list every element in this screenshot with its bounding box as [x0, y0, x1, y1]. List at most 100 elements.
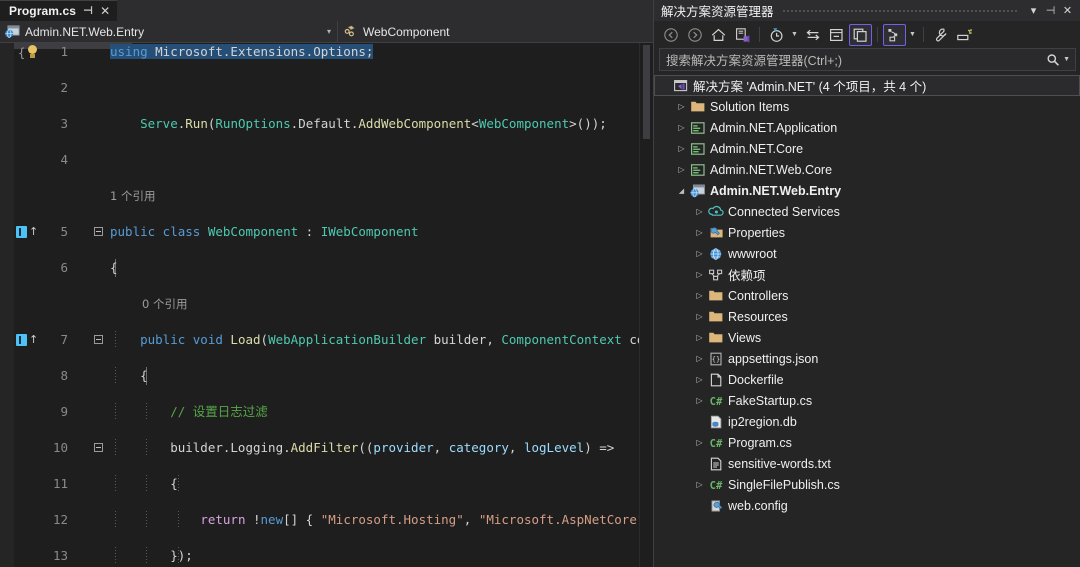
chevron-right-icon[interactable]: ▷ [693, 369, 706, 390]
chevron-down-icon[interactable]: ▾ [327, 27, 333, 36]
window-close-button[interactable]: ✕ [1059, 2, 1076, 19]
csharp-project-icon [688, 138, 708, 159]
changed-line-marker[interactable] [16, 226, 27, 238]
chevron-right-icon[interactable]: ▷ [693, 474, 706, 495]
tree-item-admin-net-web-entry[interactable]: ◢ Admin.NET.Web.Entry [654, 180, 1080, 201]
chevron-right-icon[interactable]: ▷ [693, 306, 706, 327]
tree-item-singlefilepublish-cs[interactable]: ▷ C# SingleFilePublish.cs [654, 474, 1080, 495]
tree-item-appsettings-json[interactable]: ▷ {} appsettings.json [654, 348, 1080, 369]
history-dropdown-arrow[interactable]: ▼ [789, 24, 800, 46]
vs-pending-changes-icon[interactable] [731, 24, 754, 46]
window-dropdown-button[interactable]: ▾ [1025, 2, 1042, 19]
navbar-member-dropdown[interactable]: WebComponent [338, 21, 653, 42]
code-line[interactable]: 3 Serve.Run(RunOptions.Default.AddWebCom… [0, 115, 640, 133]
class-diagram-icon[interactable] [883, 23, 906, 46]
chevron-right-icon[interactable]: ▷ [693, 243, 706, 264]
chevron-right-icon[interactable]: ▷ [693, 348, 706, 369]
tree-item-program-cs[interactable]: ▷ C# Program.cs [654, 432, 1080, 453]
codelens-row[interactable]: 1 个引用 [0, 187, 640, 205]
codelens-reference-count[interactable]: 1 个引用 [110, 187, 155, 205]
tree-item-views[interactable]: ▷ Views [654, 327, 1080, 348]
vertical-scrollbar[interactable] [639, 43, 653, 567]
code-line[interactable]: 9 // 设置日志过滤 [0, 403, 640, 421]
search-solution-explorer-input[interactable]: 搜索解决方案资源管理器(Ctrl+;) ▼ [659, 48, 1076, 71]
code-text: public class WebComponent : IWebComponen… [110, 224, 419, 239]
changed-line-marker[interactable] [16, 334, 27, 346]
vertical-scrollbar-thumb[interactable] [643, 45, 650, 139]
wrench-icon[interactable] [929, 24, 952, 46]
sync-arrows-icon[interactable] [801, 24, 824, 46]
chevron-right-icon[interactable]: ▷ [675, 159, 688, 180]
code-line[interactable]: 12 return !new[] { "Microsoft.Hosting", … [0, 511, 653, 529]
tree-item-dockerfile[interactable]: ▷ Dockerfile [654, 369, 1080, 390]
code-line[interactable]: 6{ [0, 259, 640, 277]
chevron-right-icon[interactable]: ▷ [693, 432, 706, 453]
code-line[interactable]: ↑ 5 public class WebComponent : IWebCompon… [0, 223, 640, 241]
chevron-right-icon[interactable]: ▷ [675, 117, 688, 138]
class-diagram-dropdown-arrow[interactable]: ▼ [907, 24, 918, 46]
close-icon[interactable]: ✕ [100, 5, 110, 17]
tab-program-cs[interactable]: Program.cs ⊣ ✕ [0, 0, 118, 21]
code-line[interactable]: 8 { [0, 367, 640, 385]
tree-item-ip2region-db[interactable]: ip2region.db [654, 411, 1080, 432]
line-number: 13 [52, 548, 68, 563]
clock-history-icon[interactable] [765, 24, 788, 46]
tree-item-label: web.config [728, 498, 788, 513]
code-line[interactable]: 13 }); [0, 547, 640, 565]
code-line[interactable]: ↑ 7 public void Load(WebApplicationBuilde… [0, 331, 653, 349]
collapse-all-icon[interactable] [825, 24, 848, 46]
tree-item-web-config[interactable]: web.config [654, 495, 1080, 516]
solution-tree[interactable]: 解决方案 'Admin.NET' (4 个项目，共 4 个) ▷ Solution … [654, 71, 1080, 567]
home-button[interactable] [707, 24, 730, 46]
tree-item-fakestartup-cs[interactable]: ▷ C# FakeStartup.cs [654, 390, 1080, 411]
code-line[interactable]: {1 using Microsoft.Extensions.Options; [0, 43, 640, 61]
back-button[interactable] [659, 24, 682, 46]
code-editor-surface[interactable]: {1 using Microsoft.Extensions.Options; 2 3 … [0, 43, 653, 567]
tree-item-controllers[interactable]: ▷ Controllers [654, 285, 1080, 306]
chevron-right-icon[interactable]: ▷ [693, 327, 706, 348]
pin-icon[interactable]: ⊣ [83, 5, 93, 17]
show-all-files-icon[interactable] [849, 23, 872, 46]
tab-strip-empty [117, 0, 653, 21]
code-line[interactable]: 11 { [0, 475, 640, 493]
tree-item-admin-net-web-core[interactable]: ▷ Admin.NET.Web.Core [654, 159, 1080, 180]
chevron-right-icon[interactable]: ▷ [675, 138, 688, 159]
fold-toggle[interactable] [94, 443, 103, 452]
chevron-right-icon[interactable]: ▷ [693, 201, 706, 222]
navbar-project-dropdown[interactable]: Admin.NET.Web.Entry ▾ [0, 21, 338, 42]
code-line[interactable]: 4 [0, 151, 640, 169]
tree-item-connected-services[interactable]: ▷ Connected Services [654, 201, 1080, 222]
tree-item-properties[interactable]: ▷ Properties [654, 222, 1080, 243]
search-icon[interactable] [1046, 53, 1063, 67]
tree-item-admin-net-application[interactable]: ▷ Admin.NET.Application [654, 117, 1080, 138]
fold-toggle[interactable] [94, 227, 103, 236]
codelens-row[interactable]: 0 个引用 [0, 295, 640, 313]
tree-item-solution-items[interactable]: ▷ Solution Items [654, 96, 1080, 117]
chevron-right-icon[interactable]: ▷ [693, 264, 706, 285]
preview-icon[interactable] [953, 24, 976, 46]
code-line[interactable]: 10 builder.Logging.AddFilter((provider, … [0, 439, 640, 457]
search-dropdown-arrow[interactable]: ▼ [1063, 56, 1075, 63]
chevron-right-icon[interactable]: ▷ [693, 390, 706, 411]
codelens-reference-count[interactable]: 0 个引用 [110, 295, 187, 313]
tree-item-label: Admin.NET.Application [710, 120, 838, 135]
tree-item-sensitive-words-txt[interactable]: sensitive-words.txt [654, 453, 1080, 474]
code-line[interactable]: 2 [0, 79, 640, 97]
tree-item-admin-net-4-4[interactable]: 解决方案 'Admin.NET' (4 个项目，共 4 个) [654, 75, 1080, 96]
lightbulb-icon[interactable] [26, 45, 39, 59]
tree-item-label: Views [728, 330, 762, 345]
chevron-right-icon[interactable]: ▷ [693, 222, 706, 243]
chevron-right-icon[interactable]: ▷ [675, 96, 688, 117]
chevron-down-icon[interactable]: ◢ [675, 180, 688, 201]
tree-item-wwwroot[interactable]: ▷ wwwroot [654, 243, 1080, 264]
window-pin-button[interactable]: ⊣ [1042, 2, 1059, 19]
chevron-right-icon[interactable]: ▷ [693, 285, 706, 306]
tree-item-[interactable]: ▷ 依赖项 [654, 264, 1080, 285]
fold-toggle[interactable] [94, 335, 103, 344]
forward-button[interactable] [683, 24, 706, 46]
connected-services-icon [706, 201, 726, 222]
tree-item-resources[interactable]: ▷ Resources [654, 306, 1080, 327]
line-number: 12 [52, 512, 68, 527]
tree-item-admin-net-core[interactable]: ▷ Admin.NET.Core [654, 138, 1080, 159]
csharp-project-icon [688, 117, 708, 138]
